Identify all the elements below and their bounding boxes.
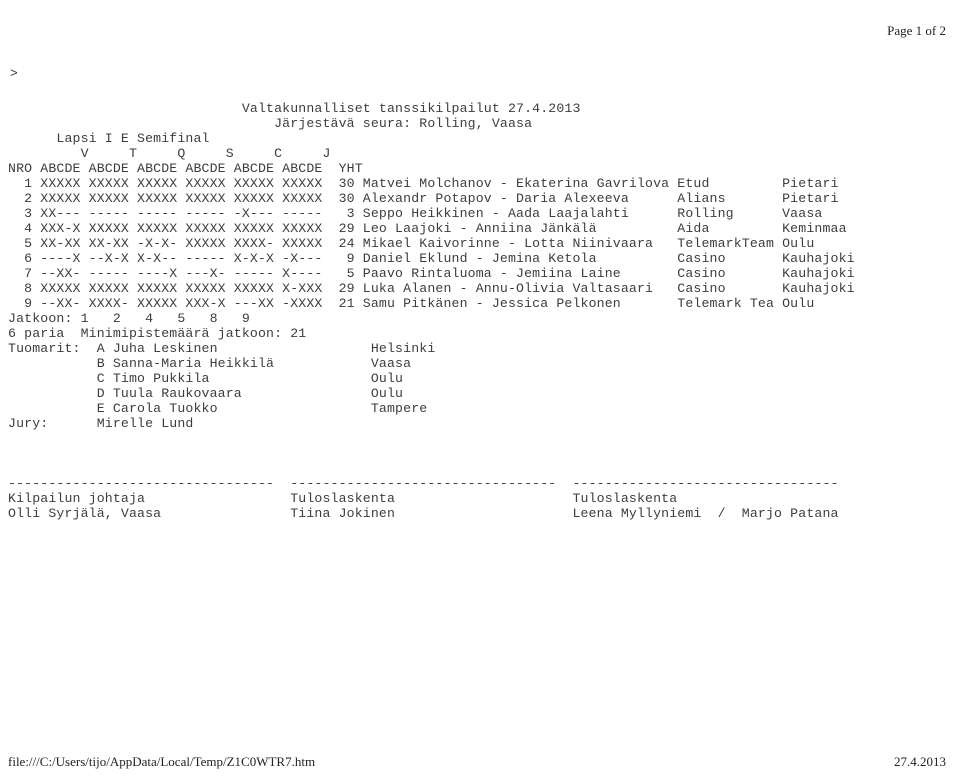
source-file-path: file:///C:/Users/tijo/AppData/Local/Temp… (8, 754, 316, 769)
page-number-label: Page 1 of 2 (887, 23, 946, 38)
results-preformatted-block: Valtakunnalliset tanssikilpailut 27.4.20… (8, 101, 855, 521)
document-body: > Valtakunnalliset tanssikilpailut 27.4.… (8, 66, 952, 521)
prompt-symbol: > (10, 66, 18, 81)
print-header: Page 1 of 2 (0, 4, 946, 38)
print-footer: file:///C:/Users/tijo/AppData/Local/Temp… (8, 753, 946, 771)
print-date-label: 27.4.2013 (894, 754, 946, 769)
